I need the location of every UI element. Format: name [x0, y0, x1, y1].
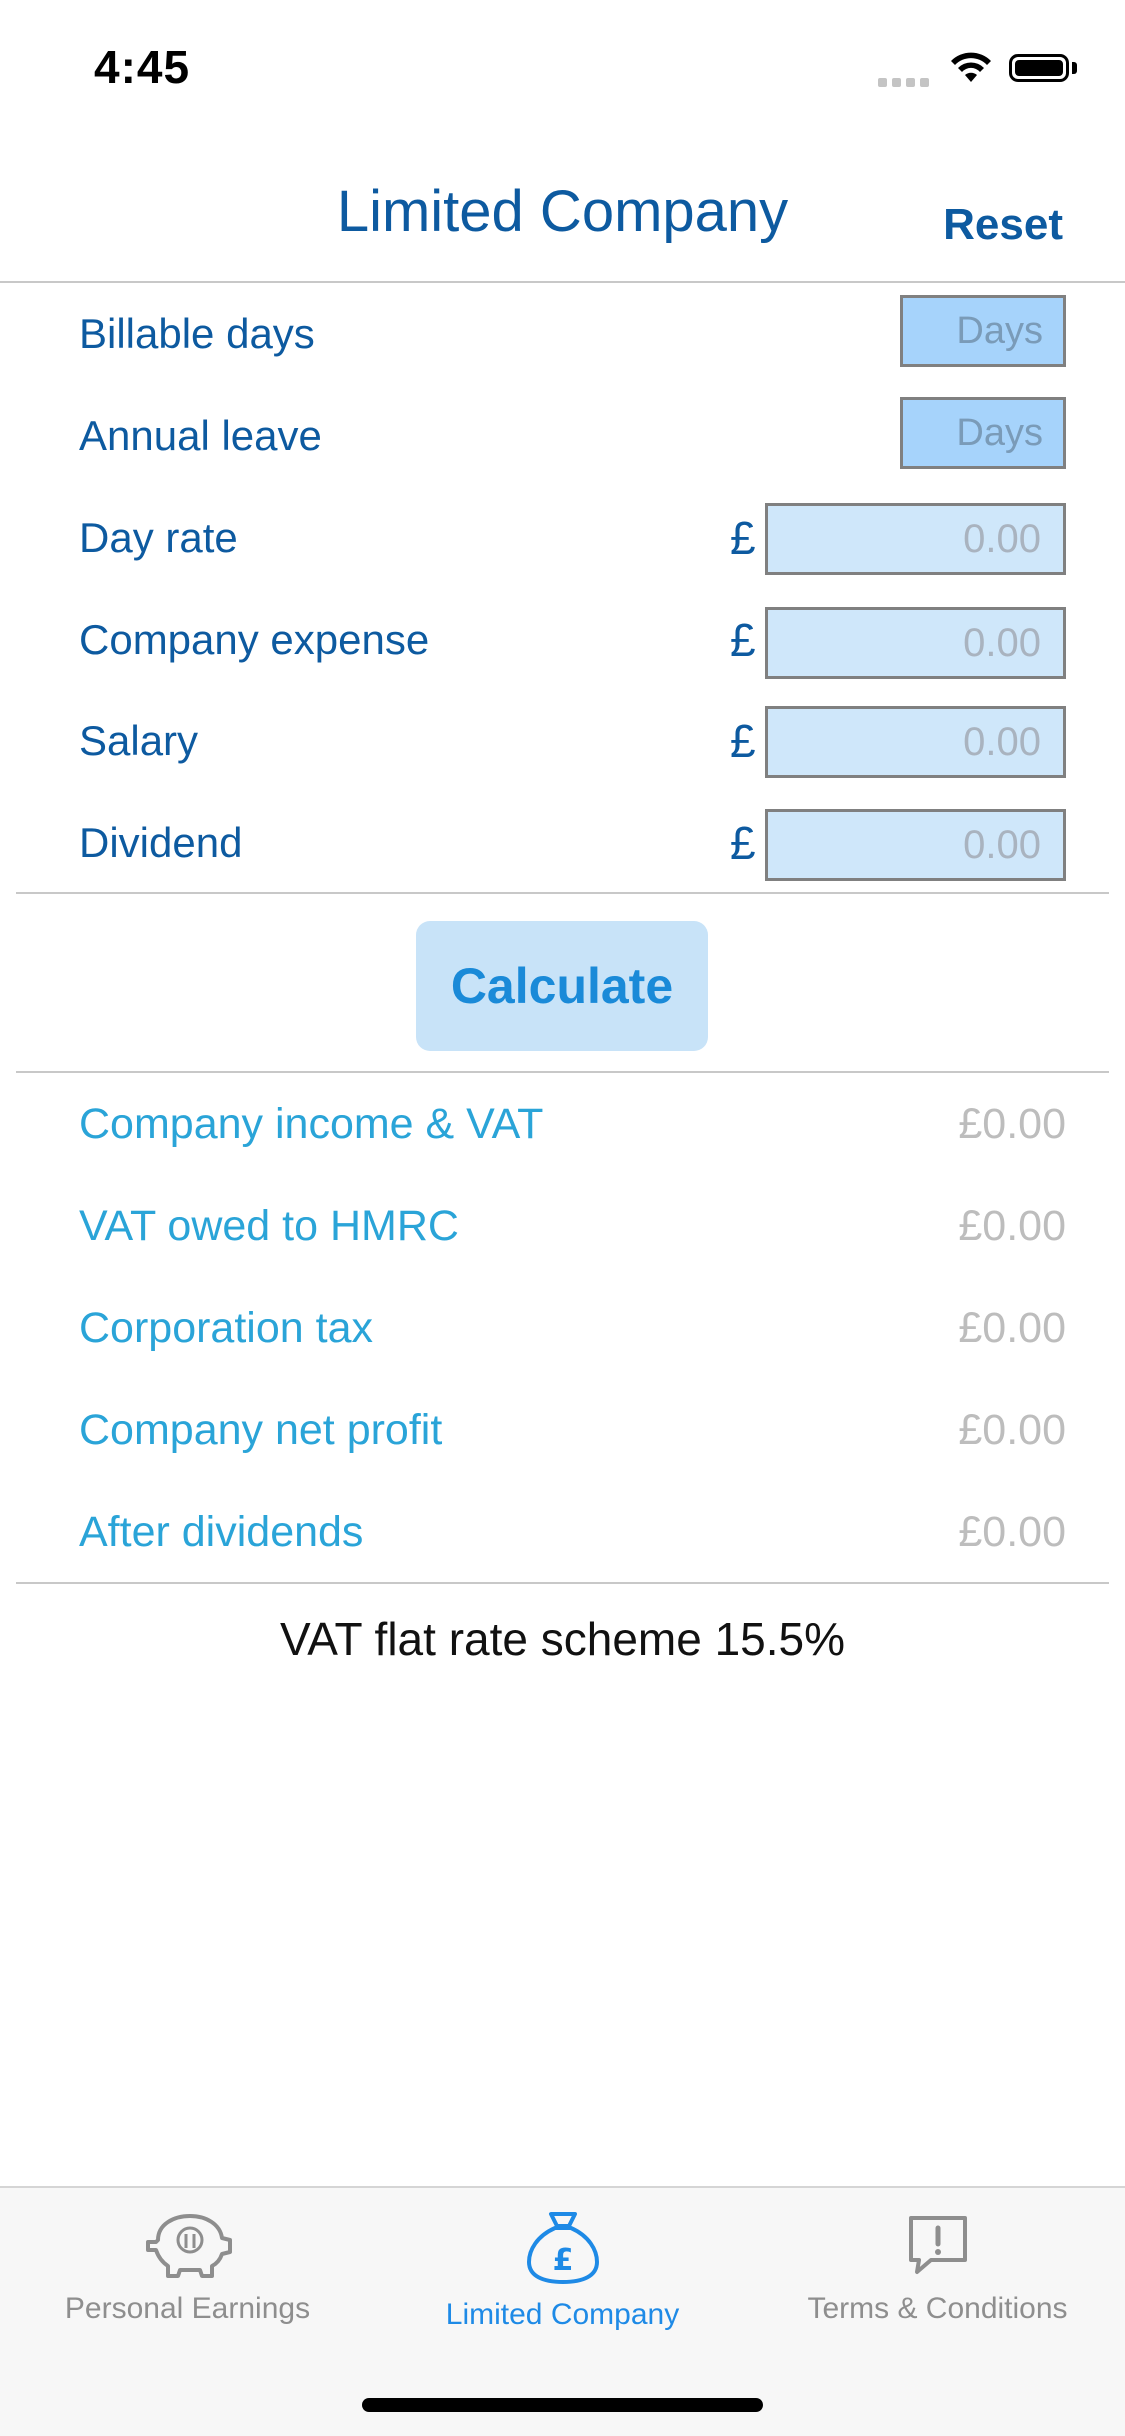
annual-leave-input[interactable]: Days — [900, 397, 1066, 469]
day-rate-input[interactable]: 0.00 — [765, 503, 1066, 575]
salary-input[interactable]: 0.00 — [765, 706, 1066, 778]
tab-limited-company-label: Limited Company — [445, 2298, 680, 2331]
dividend-label: Dividend — [79, 819, 243, 866]
battery-icon — [1009, 54, 1069, 82]
results-divider — [16, 1582, 1109, 1584]
wifi-icon — [950, 52, 992, 89]
annual-leave-label: Annual leave — [79, 412, 322, 459]
svg-text:£: £ — [552, 2243, 573, 2278]
reset-button[interactable]: Reset — [943, 200, 1063, 250]
company-expense-currency: £ — [730, 614, 756, 666]
result-vat-owed-label: VAT owed to HMRC — [79, 1202, 459, 1250]
home-indicator[interactable] — [362, 2398, 763, 2412]
calculate-button[interactable]: Calculate — [416, 921, 708, 1051]
result-net-profit-value: £0.00 — [958, 1406, 1066, 1454]
tab-terms-conditions-label: Terms & Conditions — [807, 2292, 1068, 2325]
nav-divider — [0, 281, 1125, 283]
money-bag-icon: £ — [526, 2212, 599, 2284]
vat-scheme-note: VAT flat rate scheme 15.5% — [279, 1613, 846, 1665]
calculate-divider — [16, 1071, 1109, 1073]
tab-personal-earnings[interactable]: Personal Earnings — [0, 2210, 375, 2326]
dividend-currency: £ — [730, 817, 756, 869]
salary-currency: £ — [730, 715, 756, 767]
result-corporation-tax-value: £0.00 — [958, 1304, 1066, 1352]
battery-nub — [1072, 62, 1077, 74]
company-expense-input[interactable]: 0.00 — [765, 607, 1066, 679]
salary-label: Salary — [79, 717, 199, 764]
piggy-bank-icon — [145, 2214, 232, 2278]
billable-days-input[interactable]: Days — [900, 295, 1066, 367]
status-time: 4:45 — [94, 41, 191, 93]
company-expense-label: Company expense — [79, 616, 430, 663]
info-bubble-icon — [908, 2216, 967, 2274]
tab-personal-earnings-label: Personal Earnings — [64, 2292, 311, 2325]
inputs-divider — [16, 892, 1109, 894]
day-rate-currency: £ — [730, 512, 756, 564]
day-rate-label: Day rate — [79, 514, 238, 561]
result-corporation-tax-label: Corporation tax — [79, 1304, 373, 1352]
result-after-dividends-label: After dividends — [79, 1508, 364, 1556]
billable-days-label: Billable days — [79, 310, 315, 357]
cellular-signal-icon — [878, 74, 934, 92]
result-net-profit-label: Company net profit — [79, 1406, 443, 1454]
result-vat-owed-value: £0.00 — [958, 1202, 1066, 1250]
dividend-input[interactable]: 0.00 — [765, 809, 1066, 881]
result-company-income-value: £0.00 — [958, 1100, 1066, 1148]
result-company-income-label: Company income & VAT — [79, 1100, 544, 1148]
tab-limited-company[interactable]: £ Limited Company — [375, 2210, 750, 2332]
result-after-dividends-value: £0.00 — [958, 1508, 1066, 1556]
tab-terms-conditions[interactable]: Terms & Conditions — [750, 2210, 1125, 2326]
